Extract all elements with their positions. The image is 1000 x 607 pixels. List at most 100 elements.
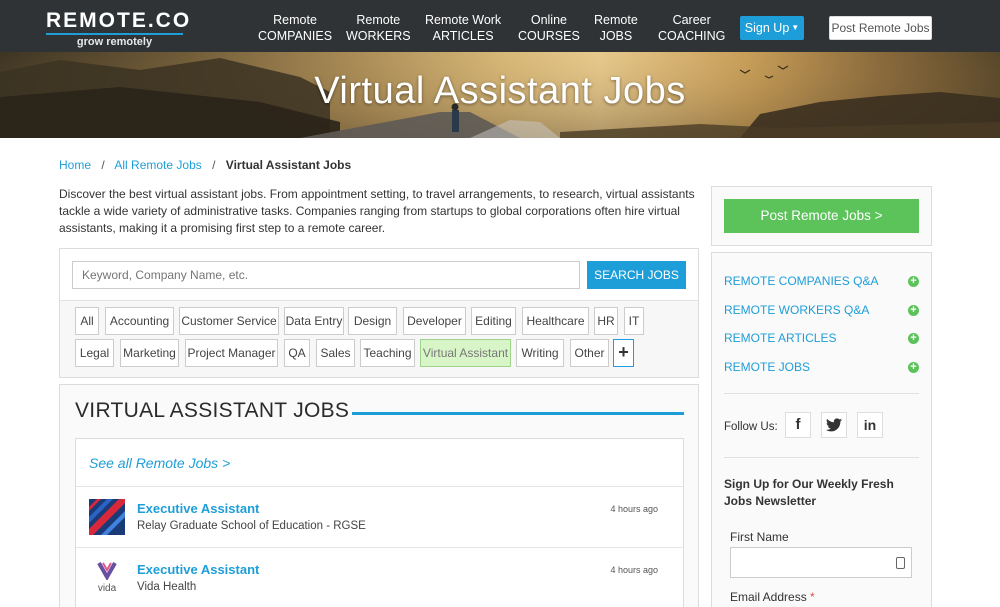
category-tag-developer[interactable]: Developer xyxy=(403,307,466,335)
category-tag-teaching[interactable]: Teaching xyxy=(360,339,415,367)
logo-tagline: grow remotely xyxy=(76,36,153,48)
nav-item-line2: COMPANIES xyxy=(258,29,333,43)
breadcrumb: Home / All Remote Jobs / Virtual Assista… xyxy=(59,158,351,172)
nav-item-line1: Remote xyxy=(594,13,638,27)
signup-label: Sign Up xyxy=(744,21,790,35)
post-remote-jobs-nav-button[interactable]: Post Remote Jobs xyxy=(829,16,932,40)
nav-item-line2: JOBS xyxy=(599,29,633,43)
nav-online-courses[interactable]: Online COURSES xyxy=(518,12,580,44)
category-tag-editing[interactable]: Editing xyxy=(471,307,516,335)
breadcrumb-all-jobs-link[interactable]: All Remote Jobs xyxy=(114,158,201,172)
category-tag-marketing[interactable]: Marketing xyxy=(120,339,179,367)
job-company: Vida Health xyxy=(137,581,197,593)
job-company: Relay Graduate School of Education - RGS… xyxy=(137,520,366,532)
nav-item-line2: ARTICLES xyxy=(432,29,494,43)
category-tag-other[interactable]: Other xyxy=(570,339,609,367)
breadcrumb-current: Virtual Assistant Jobs xyxy=(225,158,352,172)
company-logo-rgse xyxy=(89,499,125,535)
sidebar-link-workers-qa[interactable]: REMOTE WORKERS Q&A xyxy=(724,303,869,317)
signup-dropdown-button[interactable]: Sign Up ▼ xyxy=(740,16,804,40)
breadcrumb-home-link[interactable]: Home xyxy=(59,158,91,172)
sidebar-divider xyxy=(724,393,919,394)
category-tag-writing[interactable]: Writing xyxy=(516,339,564,367)
nav-item-line1: Remote xyxy=(356,13,401,27)
plus-circle-icon[interactable]: + xyxy=(908,276,919,287)
logo-underline xyxy=(46,33,183,35)
sidebar-link-companies-qa[interactable]: REMOTE COMPANIES Q&A xyxy=(724,274,878,288)
job-posted-time: 4 hours ago xyxy=(610,504,658,514)
more-categories-button[interactable]: + xyxy=(613,339,634,367)
job-row[interactable]: vida Executive Assistant Vida Health 4 h… xyxy=(76,547,683,607)
breadcrumb-separator: / xyxy=(212,158,216,172)
twitter-bird-glyph xyxy=(826,418,842,432)
contact-card-icon xyxy=(896,557,905,569)
keyword-search-input[interactable] xyxy=(72,261,580,289)
sidebar-post-box: Post Remote Jobs > xyxy=(711,186,932,246)
site-logo[interactable]: REMOTE.CO grow remotely xyxy=(46,9,192,48)
nav-career-coaching[interactable]: Career COACHING xyxy=(658,12,725,44)
linkedin-icon[interactable]: in xyxy=(857,412,883,438)
category-tag-design[interactable]: Design xyxy=(348,307,397,335)
category-tag-accounting[interactable]: Accounting xyxy=(105,307,174,335)
jobs-list: See all Remote Jobs > Executive Assistan… xyxy=(75,438,684,607)
logo-wordmark: REMOTE.CO xyxy=(46,9,192,32)
first-name-field[interactable] xyxy=(730,547,912,578)
email-label-text: Email Address xyxy=(730,590,807,604)
facebook-icon[interactable]: f xyxy=(785,412,811,438)
vida-logo-text: vida xyxy=(97,583,117,594)
nav-item-line2: WORKERS xyxy=(346,29,411,43)
sidebar-link-jobs[interactable]: REMOTE JOBS xyxy=(724,360,810,374)
follow-us-label: Follow Us: xyxy=(724,421,778,433)
top-navbar: REMOTE.CO grow remotely Remote COMPANIES… xyxy=(0,0,1000,52)
category-tag-hr[interactable]: HR xyxy=(594,307,618,335)
required-asterisk: * xyxy=(810,590,815,604)
jobs-panel: VIRTUAL ASSISTANT JOBS See all Remote Jo… xyxy=(59,384,699,607)
jobs-section-heading: VIRTUAL ASSISTANT JOBS xyxy=(75,399,350,422)
search-panel: SEARCH JOBS All Accounting Customer Serv… xyxy=(59,248,699,378)
nav-item-line1: Remote xyxy=(273,13,317,27)
category-tag-project-manager[interactable]: Project Manager xyxy=(185,339,278,367)
category-tag-legal[interactable]: Legal xyxy=(75,339,114,367)
see-all-jobs-link[interactable]: See all Remote Jobs > xyxy=(89,455,230,471)
nav-remote-companies[interactable]: Remote COMPANIES xyxy=(258,12,332,44)
category-tag-sales[interactable]: Sales xyxy=(316,339,355,367)
category-tag-healthcare[interactable]: Healthcare xyxy=(522,307,589,335)
category-tag-customer-service[interactable]: Customer Service xyxy=(179,307,279,335)
search-jobs-button[interactable]: SEARCH JOBS xyxy=(587,261,686,289)
twitter-icon[interactable] xyxy=(821,412,847,438)
caret-down-icon: ▼ xyxy=(791,23,800,32)
heading-rule xyxy=(352,412,684,415)
sidebar-links-box: REMOTE COMPANIES Q&A + REMOTE WORKERS Q&… xyxy=(711,252,932,607)
nav-item-line1: Remote Work xyxy=(425,13,502,27)
intro-paragraph: Discover the best virtual assistant jobs… xyxy=(59,187,695,235)
job-posted-time: 4 hours ago xyxy=(610,565,658,575)
search-bar-row: SEARCH JOBS xyxy=(60,249,698,301)
vida-mark-icon xyxy=(97,562,117,582)
category-tag-it[interactable]: IT xyxy=(624,307,644,335)
plus-circle-icon[interactable]: + xyxy=(908,305,919,316)
plus-circle-icon[interactable]: + xyxy=(908,333,919,344)
hero-title: Virtual Assistant Jobs xyxy=(314,70,686,112)
job-title-link[interactable]: Executive Assistant xyxy=(137,562,259,577)
nav-item-line2: COACHING xyxy=(658,29,726,43)
sidebar-link-articles[interactable]: REMOTE ARTICLES xyxy=(724,331,836,345)
category-tag-data-entry[interactable]: Data Entry xyxy=(284,307,344,335)
first-name-label: First Name xyxy=(730,530,789,544)
breadcrumb-separator: / xyxy=(101,158,105,172)
hero-banner: Virtual Assistant Jobs xyxy=(0,52,1000,138)
nav-item-line1: Career xyxy=(672,13,711,27)
job-row[interactable]: Executive Assistant Relay Graduate Schoo… xyxy=(76,486,683,547)
email-address-label: Email Address * xyxy=(730,590,815,604)
company-logo-vida: vida xyxy=(89,560,125,596)
category-tag-all[interactable]: All xyxy=(75,307,99,335)
job-title-link[interactable]: Executive Assistant xyxy=(137,501,259,516)
category-tag-virtual-assistant[interactable]: Virtual Assistant xyxy=(420,339,511,367)
sidebar-divider xyxy=(724,457,919,458)
nav-remote-work-articles[interactable]: Remote Work ARTICLES xyxy=(425,12,501,44)
newsletter-title: Sign Up for Our Weekly Fresh Jobs Newsle… xyxy=(724,477,894,508)
category-tag-qa[interactable]: QA xyxy=(284,339,310,367)
nav-remote-workers[interactable]: Remote WORKERS xyxy=(346,12,411,44)
post-remote-jobs-button[interactable]: Post Remote Jobs > xyxy=(724,199,919,233)
plus-circle-icon[interactable]: + xyxy=(908,362,919,373)
nav-remote-jobs[interactable]: Remote JOBS xyxy=(594,12,638,44)
